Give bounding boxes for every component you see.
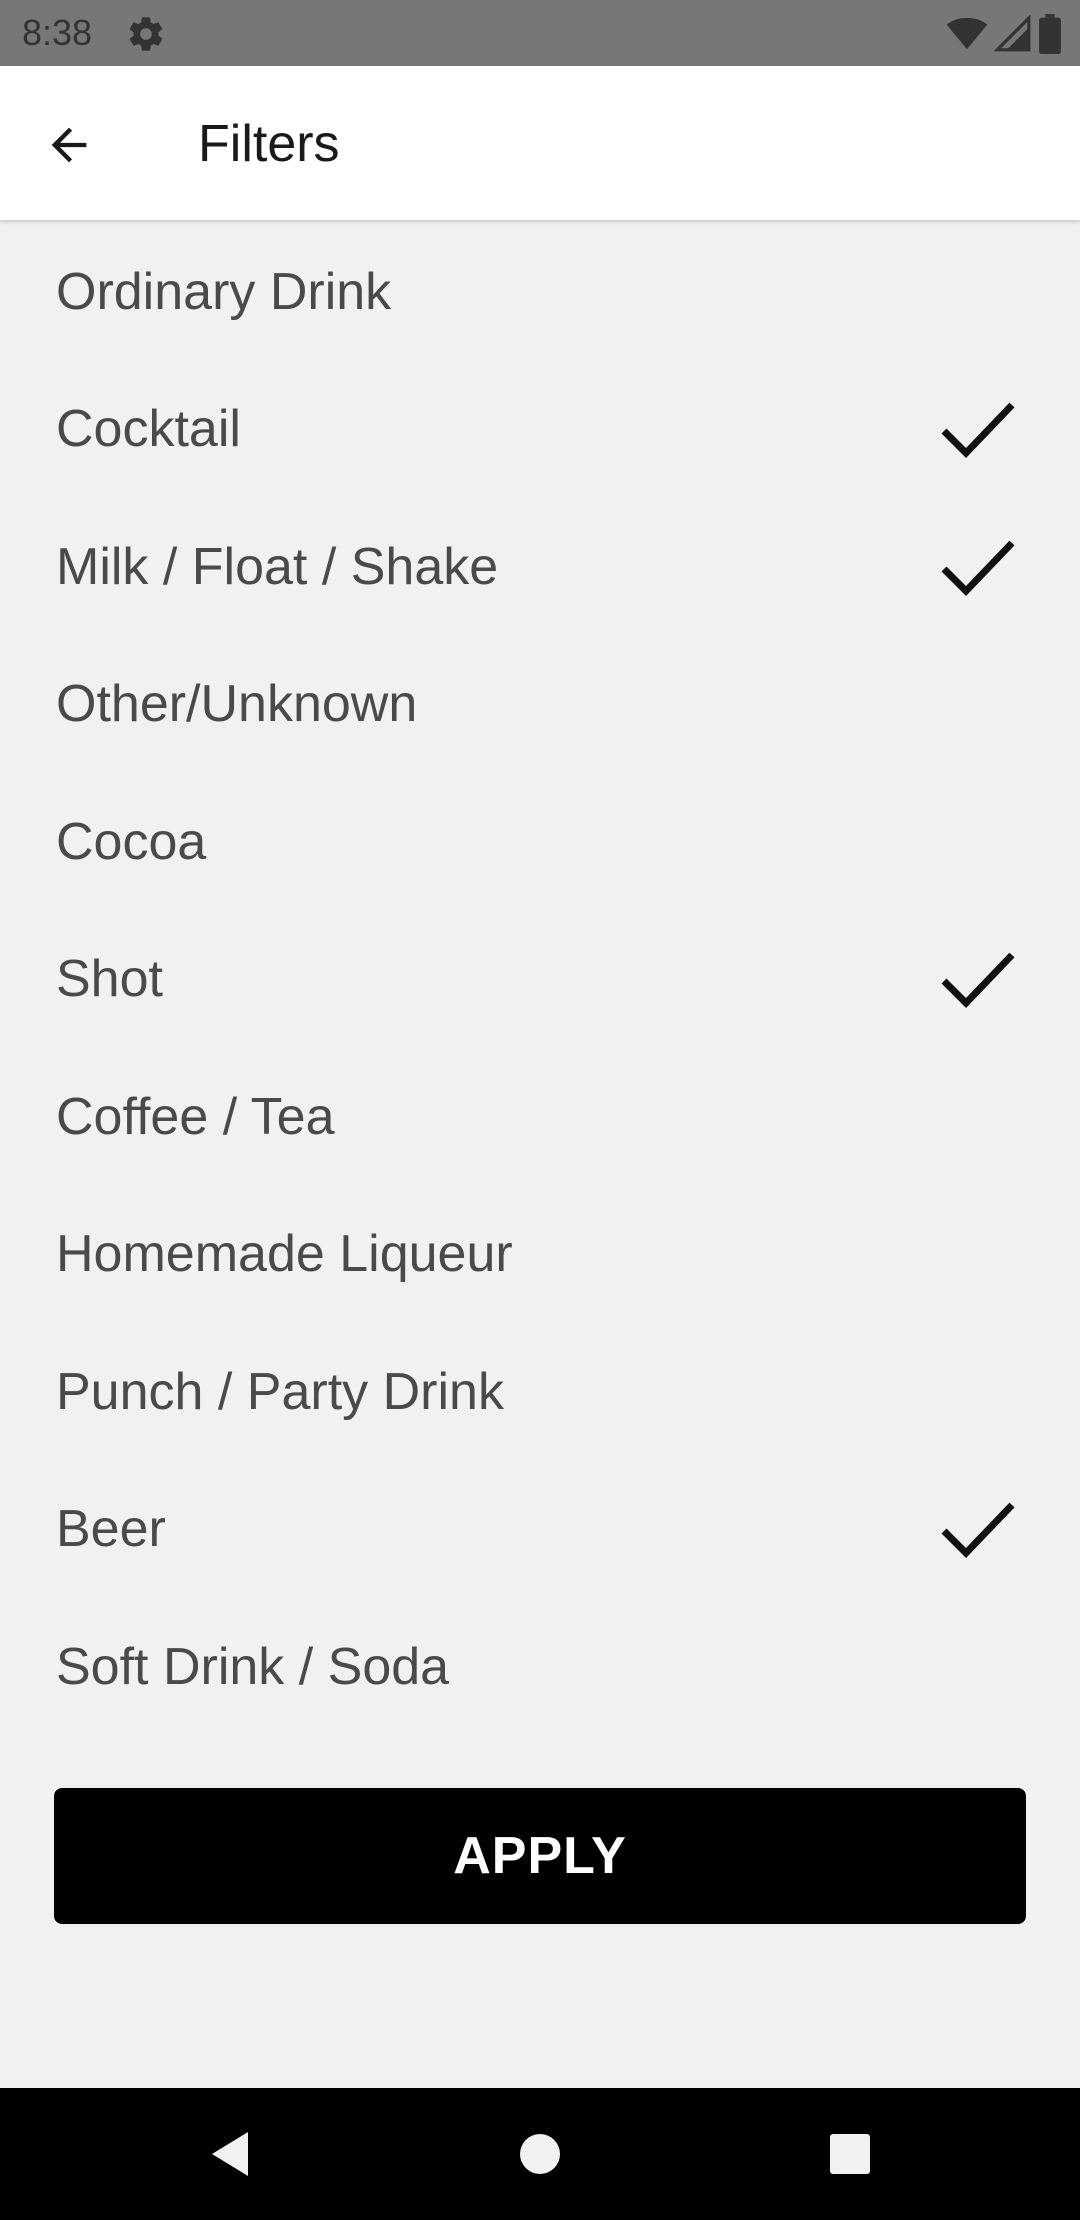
home-circle-icon[interactable]: [508, 2122, 572, 2186]
signal-icon: [994, 15, 1031, 52]
system-nav-bar: [0, 2088, 1080, 2220]
filter-item-label: Beer: [56, 1500, 166, 1559]
recents-square-icon[interactable]: [818, 2122, 882, 2186]
checkmark-icon: [941, 1502, 1015, 1559]
filter-item[interactable]: Other/Unknown: [0, 636, 1080, 774]
filter-item-label: Soft Drink / Soda: [56, 1637, 450, 1696]
filter-item-label: Ordinary Drink: [56, 262, 392, 321]
filter-item[interactable]: Homemade Liqueur: [0, 1186, 1080, 1324]
status-bar: 8:38: [0, 0, 1080, 66]
filter-item[interactable]: Ordinary Drink: [0, 223, 1080, 361]
arrow-back-icon: [51, 127, 87, 163]
filter-item[interactable]: Soft Drink / Soda: [0, 1598, 1080, 1736]
checkmark-icon: [941, 540, 1015, 596]
app-bar: Filters: [0, 66, 1080, 220]
filter-item[interactable]: Cocktail: [0, 361, 1080, 499]
filter-item-label: Coffee / Tea: [56, 1087, 335, 1146]
filter-item-label: Cocoa: [56, 812, 207, 871]
apply-button[interactable]: APPLY: [54, 1788, 1026, 1924]
back-triangle-icon[interactable]: [198, 2122, 262, 2186]
status-icons: [946, 14, 1062, 54]
filter-item-label: Shot: [56, 950, 163, 1009]
filters-screen: 8:38 Filters Ordinary Drink Cocktail Mil…: [0, 0, 1080, 2220]
checkmark-icon: [941, 952, 1015, 1009]
filter-list: Ordinary Drink Cocktail Milk / Float / Sha…: [0, 223, 1080, 1736]
filter-item-label: Other/Unknown: [56, 675, 418, 734]
filter-item-label: Homemade Liqueur: [56, 1225, 513, 1284]
filter-item[interactable]: Beer: [0, 1461, 1080, 1599]
wifi-icon: [946, 17, 988, 50]
filter-item-label: Milk / Float / Shake: [56, 537, 499, 596]
filter-item[interactable]: Milk / Float / Shake: [0, 498, 1080, 636]
filter-item[interactable]: Cocoa: [0, 773, 1080, 911]
status-time: 8:38: [22, 12, 93, 53]
back-button[interactable]: [34, 110, 104, 180]
filter-item-label: Cocktail: [56, 400, 241, 459]
filter-item[interactable]: Coffee / Tea: [0, 1048, 1080, 1186]
checkmark-icon: [941, 402, 1015, 459]
page-title: Filters: [198, 115, 340, 173]
filter-item-label: Punch / Party Drink: [56, 1362, 504, 1421]
gear-icon: [129, 17, 163, 51]
battery-icon: [1039, 14, 1061, 54]
filter-item[interactable]: Punch / Party Drink: [0, 1323, 1080, 1461]
filter-item[interactable]: Shot: [0, 911, 1080, 1049]
